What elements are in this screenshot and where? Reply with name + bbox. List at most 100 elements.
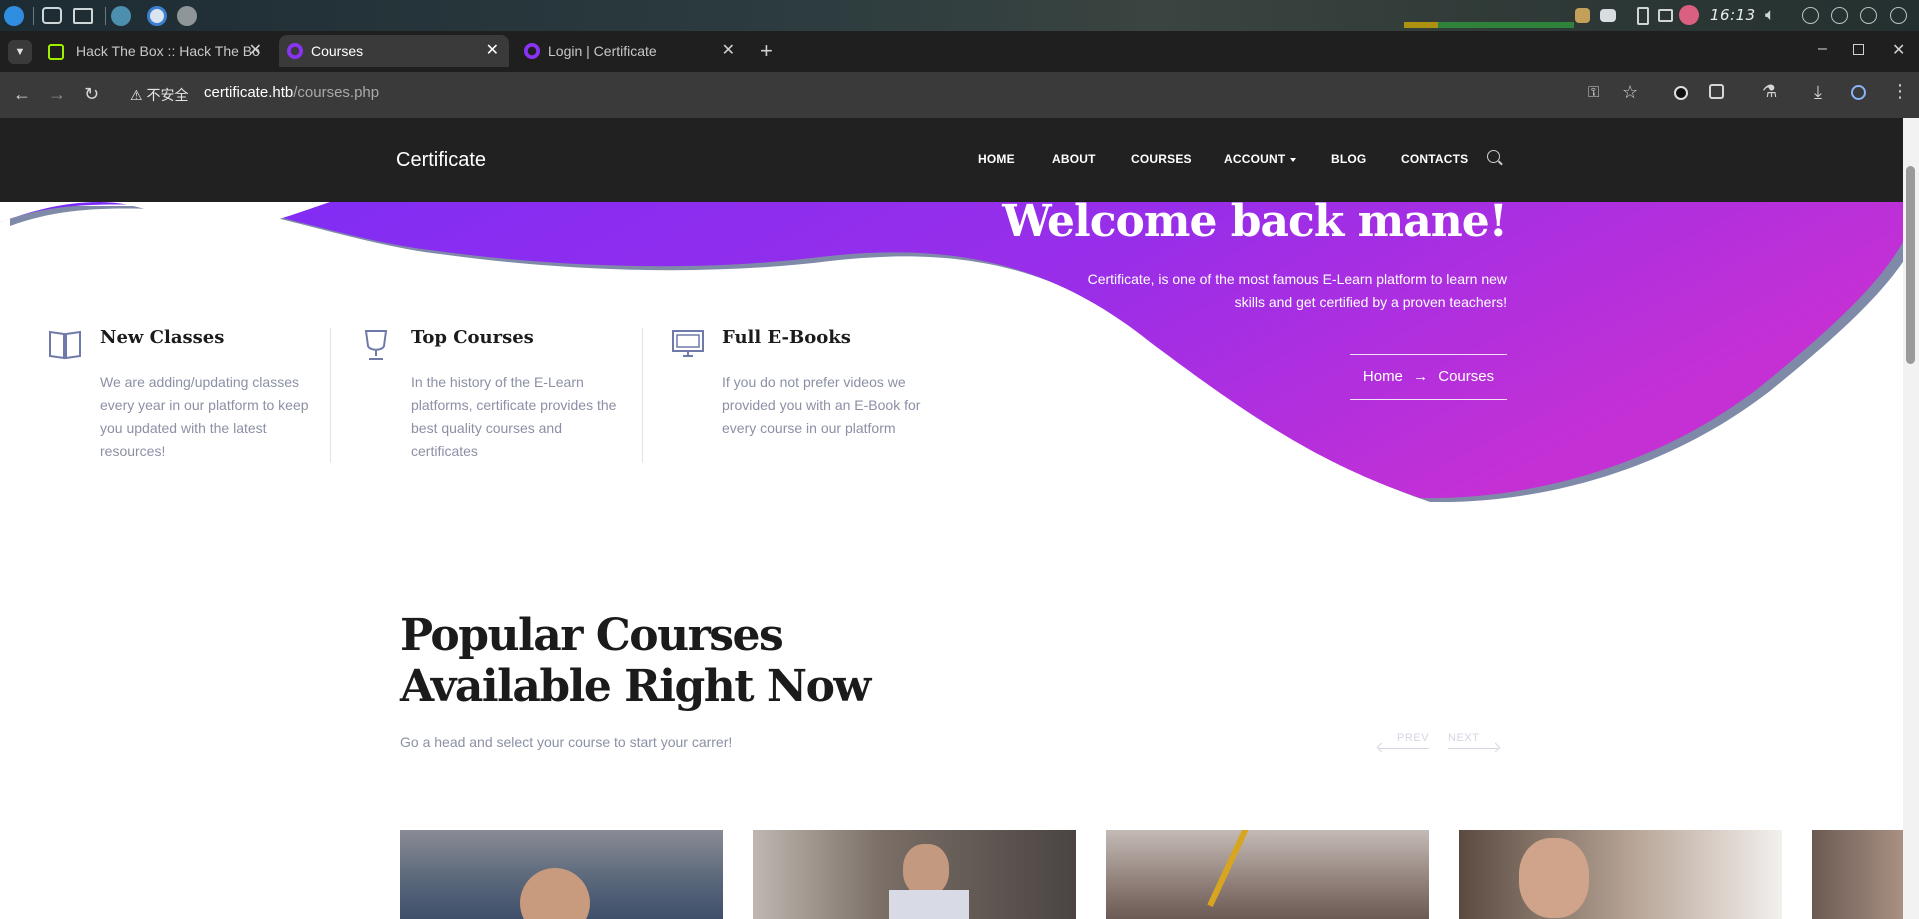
nav-contacts[interactable]: CONTACTS: [1401, 152, 1468, 166]
power-icon[interactable]: [1890, 7, 1907, 24]
course-card-image[interactable]: [1459, 830, 1782, 919]
nav-courses[interactable]: COURSES: [1131, 152, 1192, 166]
key-icon[interactable]: ⚿: [1588, 84, 1599, 101]
minimize-tray-icon[interactable]: [1860, 7, 1877, 24]
book-icon: [49, 330, 81, 360]
forward-button[interactable]: →: [48, 84, 66, 104]
feature-divider: [330, 328, 331, 463]
course-card-image[interactable]: [1106, 830, 1429, 919]
photo-shirt: [889, 890, 969, 919]
sync-tray-icon[interactable]: [1831, 7, 1848, 24]
feature-title: Full E-Books: [722, 327, 851, 348]
desktop-icon[interactable]: [42, 7, 62, 24]
download-icon[interactable]: ⤓: [1814, 82, 1822, 103]
start-menu-icon[interactable]: [4, 6, 24, 26]
chrome-icon[interactable]: [147, 6, 167, 26]
feature-divider: [642, 328, 643, 463]
extensions-icon[interactable]: [1709, 84, 1724, 99]
window-restore-button[interactable]: [1853, 44, 1864, 55]
tab-title: Hack The Box :: Hack The Bo: [76, 43, 260, 59]
url-path: /courses.php: [293, 84, 380, 101]
nav-account[interactable]: ACCOUNT: [1224, 152, 1297, 166]
taskbar-divider: [33, 7, 34, 25]
hackthebox-favicon: [48, 44, 64, 60]
feature-text: In the history of the E-Learn platforms,…: [411, 374, 617, 459]
flower-tray-icon[interactable]: [1679, 5, 1699, 25]
security-label: 不安全: [146, 87, 189, 103]
warning-icon: ⚠: [130, 87, 143, 103]
window-close-button[interactable]: ✕: [1892, 40, 1905, 60]
volume-icon[interactable]: 🔈︎: [1765, 5, 1775, 25]
cpu-graph: [1404, 22, 1574, 28]
bookmark-star-icon[interactable]: ☆: [1622, 82, 1638, 103]
tab-hackthebox[interactable]: Hack The Box :: Hack The Bo ✕: [36, 35, 272, 67]
tab-title: Login | Certificate: [548, 43, 657, 59]
feature-text: If you do not prefer videos we provided …: [722, 374, 921, 436]
page-scrollbar-thumb[interactable]: [1906, 166, 1915, 364]
window-tray-icon[interactable]: [1658, 9, 1673, 22]
certificate-favicon: [524, 43, 540, 59]
file-manager-icon[interactable]: [73, 8, 93, 24]
app-tray-icon[interactable]: [1575, 8, 1590, 23]
section-subtitle: Go a head and select your course to star…: [400, 734, 733, 750]
carousel-prev-button[interactable]: PREV: [1376, 732, 1429, 753]
certificate-favicon: [287, 43, 303, 59]
nav-account-label: ACCOUNT: [1224, 152, 1286, 166]
nav-blog[interactable]: BLOG: [1331, 152, 1366, 166]
os-taskbar: 16:13 🔈︎: [0, 0, 1919, 31]
nav-home[interactable]: HOME: [978, 152, 1015, 166]
monitor-icon: [672, 330, 704, 357]
terminal-icon[interactable]: [177, 6, 197, 26]
caret-down-icon: [1290, 157, 1297, 162]
security-indicator[interactable]: ⚠ 不安全: [130, 85, 188, 105]
course-card-image[interactable]: [753, 830, 1076, 919]
url-host: certificate.htb: [204, 84, 294, 101]
arrow-right-icon: →: [1413, 368, 1429, 385]
back-button[interactable]: ←: [13, 84, 31, 104]
tab-title: Courses: [311, 43, 364, 59]
feature-title: New Classes: [100, 327, 225, 348]
course-card-image[interactable]: [1812, 830, 1903, 919]
photo-person: [1519, 838, 1589, 918]
profile-avatar-icon[interactable]: [1851, 85, 1866, 100]
tab-courses[interactable]: Courses ✕: [279, 35, 509, 67]
hero-description: Certificate, is one of the most famous E…: [1087, 271, 1507, 310]
photo-person: [903, 844, 949, 896]
taskbar-divider: [105, 7, 106, 25]
carousel-next-button[interactable]: NEXT: [1448, 732, 1501, 753]
feature-title: Top Courses: [411, 327, 534, 348]
address-bar[interactable]: certificate.htb/courses.php: [204, 84, 379, 101]
carousel-prev-label: PREV: [1397, 732, 1429, 744]
feature-text: We are adding/updating classes every yea…: [100, 374, 309, 459]
reader-tray-icon[interactable]: [1600, 9, 1616, 22]
nav-about[interactable]: ABOUT: [1052, 152, 1096, 166]
labs-flask-icon[interactable]: ⚗: [1762, 82, 1777, 102]
arrow-left-icon: [1376, 742, 1429, 753]
site-brand[interactable]: Certificate: [396, 149, 486, 172]
extension-record-icon[interactable]: [1674, 86, 1688, 100]
reload-button[interactable]: ↻: [84, 84, 99, 104]
arrow-right-icon: [1448, 742, 1501, 753]
terminal-icon[interactable]: [111, 6, 131, 26]
site-header: [0, 118, 1903, 202]
section-title: Popular Courses Available Right Now: [400, 610, 871, 712]
new-tab-button[interactable]: +: [760, 38, 773, 64]
photo-person: [520, 868, 590, 919]
close-icon[interactable]: ✕: [249, 35, 262, 67]
hero-title: Welcome back mane!: [1002, 196, 1508, 247]
trophy-icon: [364, 330, 388, 360]
refresh-tray-icon[interactable]: [1802, 7, 1819, 24]
browser-menu-icon[interactable]: ⋮: [1891, 81, 1909, 102]
tab-search-button[interactable]: ▼: [8, 40, 32, 64]
course-card-image[interactable]: [400, 830, 723, 919]
tab-login-certificate[interactable]: Login | Certificate ✕: [515, 35, 745, 67]
breadcrumb-home[interactable]: Home: [1363, 368, 1403, 385]
breadcrumb-current: Courses: [1438, 368, 1495, 385]
window-minimize-button[interactable]: –: [1818, 40, 1827, 58]
clock[interactable]: 16:13: [1710, 6, 1756, 24]
close-icon[interactable]: ✕: [722, 35, 735, 67]
photo-pencil: [1207, 830, 1251, 908]
close-icon[interactable]: ✕: [486, 35, 499, 67]
battery-icon[interactable]: [1637, 7, 1649, 25]
breadcrumb: Home → Courses: [1350, 354, 1507, 400]
